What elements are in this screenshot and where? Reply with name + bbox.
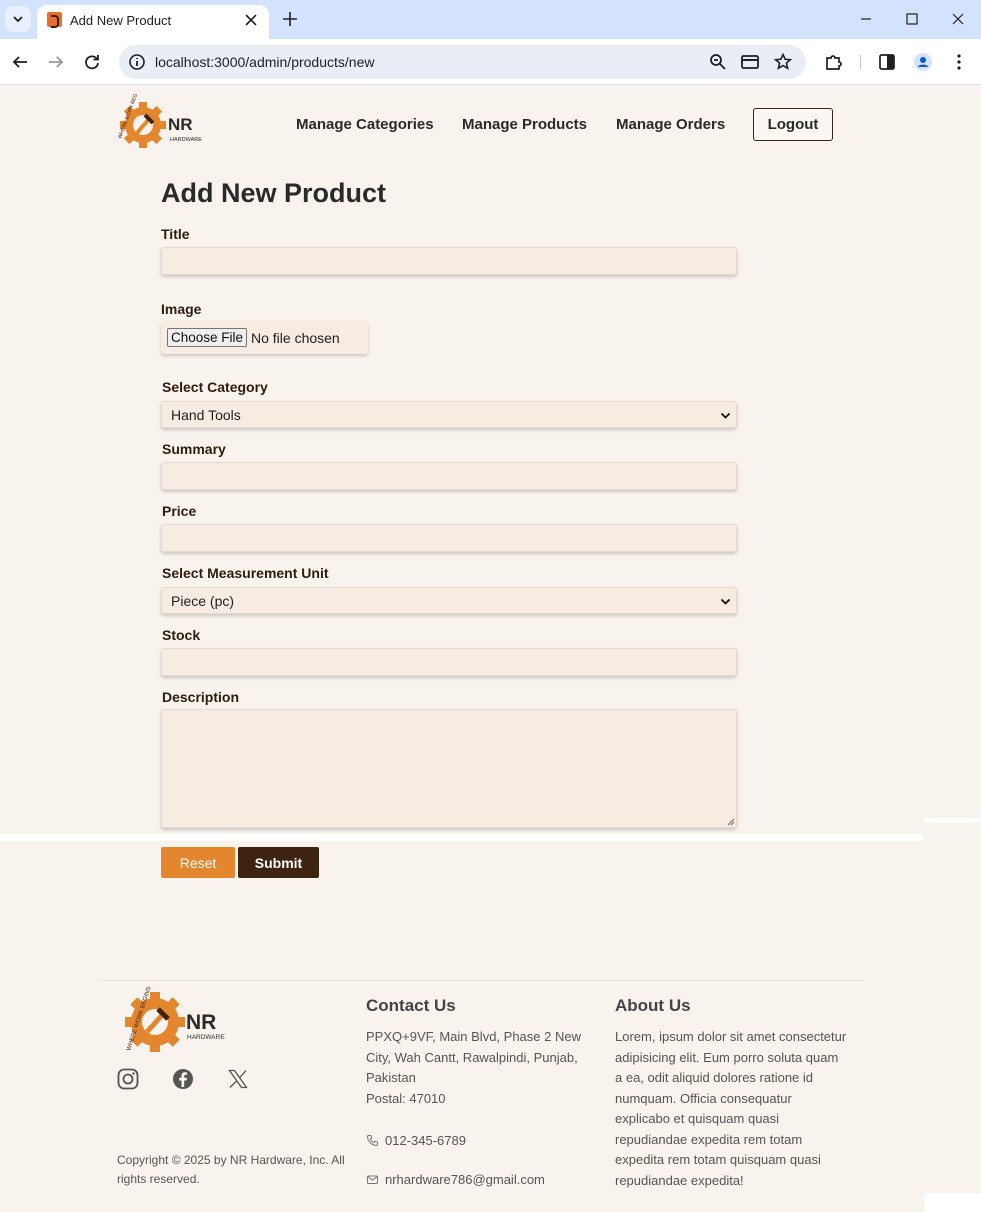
chevron-down-icon: [13, 16, 23, 23]
summary-input[interactable]: [161, 462, 737, 490]
address-line: PPXQ+9VF, Main Blvd, Phase 2 New: [366, 1029, 581, 1044]
unit-selected-value: Piece (pc): [171, 593, 235, 609]
copyright-line: rights reserved.: [117, 1172, 200, 1186]
chevron-down-icon: [720, 598, 731, 605]
facebook-icon[interactable]: [171, 1067, 195, 1091]
url-text: localhost:3000/admin/products/new: [155, 54, 375, 70]
price-label: Price: [162, 503, 197, 519]
title-input[interactable]: [161, 247, 737, 275]
copyright-line: Copyright © 2025 by NR Hardware, Inc. Al…: [117, 1153, 345, 1167]
menu-dots-icon[interactable]: [948, 51, 970, 73]
browser-tab-strip: Add New Product: [0, 0, 981, 39]
footer-logo-text: NR: [186, 1011, 216, 1034]
unit-label: Select Measurement Unit: [162, 565, 329, 581]
address-line: City, Wah Cantt, Rawalpindi, Punjab,: [366, 1049, 578, 1065]
category-label: Select Category: [162, 379, 268, 395]
new-tab-icon[interactable]: [279, 8, 301, 30]
close-tab-icon[interactable]: [241, 10, 261, 30]
mail-icon: [367, 1175, 378, 1184]
footer-logo-subtext: HARDWARE: [187, 1034, 225, 1041]
browser-tab[interactable]: Add New Product: [37, 5, 269, 39]
bookmark-star-icon[interactable]: [773, 52, 793, 72]
about-line: expedita rem totam quisquam quasi: [615, 1152, 821, 1167]
summary-label: Summary: [162, 441, 226, 457]
file-status-text: No file chosen: [251, 330, 340, 346]
about-line: Lorem, ipsum dolor sit amet consectetur: [615, 1029, 847, 1044]
about-line: repudiandae expedita rem totam: [615, 1131, 803, 1147]
about-line: repudiandae expedita!: [615, 1172, 744, 1188]
phone-icon: [366, 1135, 378, 1147]
copyright-text: Copyright © 2025 by NR Hardware, Inc. Al…: [117, 1151, 357, 1189]
tab-search-button[interactable]: [5, 6, 31, 32]
description-textarea[interactable]: [161, 709, 737, 828]
title-label: Title: [161, 226, 190, 242]
address-bar[interactable]: localhost:3000/admin/products/new: [119, 45, 806, 79]
phone-text: 012-345-6789: [385, 1133, 466, 1148]
about-line: numquam. Officia consequatur: [615, 1090, 792, 1106]
card-icon[interactable]: [740, 52, 760, 72]
contact-heading: Contact Us: [366, 996, 456, 1015]
site-info-icon[interactable]: [127, 52, 147, 72]
nav-manage-categories[interactable]: Manage Categories: [296, 116, 434, 133]
image-label: Image: [161, 301, 202, 317]
logo-subtext: HARDWARE: [170, 137, 202, 143]
close-window-icon[interactable]: [943, 6, 973, 32]
x-icon[interactable]: [226, 1067, 250, 1091]
instagram-icon[interactable]: [116, 1067, 140, 1091]
chevron-down-icon: [720, 412, 731, 419]
reload-icon[interactable]: [81, 51, 103, 73]
about-heading: About Us: [615, 996, 691, 1015]
price-input[interactable]: [161, 524, 737, 552]
image-file-input[interactable]: Choose File No file chosen: [161, 321, 368, 354]
browser-toolbar: localhost:3000/admin/products/new: [0, 39, 981, 85]
footer-divider: [97, 980, 864, 981]
nav-manage-orders[interactable]: Manage Orders: [616, 116, 725, 133]
submit-button[interactable]: Submit: [238, 847, 319, 878]
footer-logo[interactable]: NR HARDWARE WHERE WORK BEGINS: [120, 985, 232, 1057]
about-line: explicabo et quisquam quasi: [615, 1111, 780, 1126]
side-panel-icon[interactable]: [876, 51, 898, 73]
divider-band: [0, 834, 924, 841]
about-text: Lorem, ipsum dolor sit amet consectetur …: [615, 1027, 855, 1191]
reset-button[interactable]: Reset: [161, 847, 235, 878]
forward-arrow-icon[interactable]: [45, 51, 67, 73]
email-text: nrhardware786@gmail.com: [385, 1172, 545, 1187]
toolbar-divider: [860, 55, 861, 69]
page-edge: [924, 1193, 981, 1212]
page-title: Add New Product: [161, 178, 387, 208]
site-favicon-icon: [47, 12, 62, 28]
about-line: a ea, odit aliquid dolores ratione id: [615, 1070, 814, 1085]
logout-button[interactable]: Logout: [753, 108, 833, 141]
back-arrow-icon[interactable]: [9, 51, 31, 73]
tab-title: Add New Product: [70, 13, 172, 28]
description-label: Description: [162, 689, 240, 705]
resize-handle-icon[interactable]: [726, 817, 735, 826]
profile-avatar-icon[interactable]: [912, 51, 934, 73]
logo-text: NR: [168, 115, 193, 134]
contact-address: PPXQ+9VF, Main Blvd, Phase 2 New City, W…: [366, 1027, 601, 1109]
nav-manage-products[interactable]: Manage Products: [462, 116, 587, 133]
divider-band-right: [924, 818, 981, 823]
about-line: adipisicing elit. Eum porro soluta quam: [615, 1049, 839, 1065]
stock-input[interactable]: [161, 648, 737, 676]
category-select[interactable]: Hand Tools: [161, 401, 737, 428]
address-line: Pakistan: [366, 1070, 416, 1085]
measurement-unit-select[interactable]: Piece (pc): [161, 587, 737, 614]
nr-hardware-logo[interactable]: NR HARDWARE WHERE WORK BEGINS: [117, 94, 209, 152]
choose-file-button[interactable]: Choose File: [167, 328, 247, 347]
address-line: Postal: 47010: [366, 1090, 446, 1106]
category-selected-value: Hand Tools: [171, 407, 241, 423]
stock-label: Stock: [162, 627, 201, 643]
zoom-icon[interactable]: [708, 52, 728, 72]
extensions-icon[interactable]: [823, 51, 845, 73]
maximize-icon[interactable]: [897, 6, 927, 32]
minimize-icon[interactable]: [851, 6, 881, 32]
